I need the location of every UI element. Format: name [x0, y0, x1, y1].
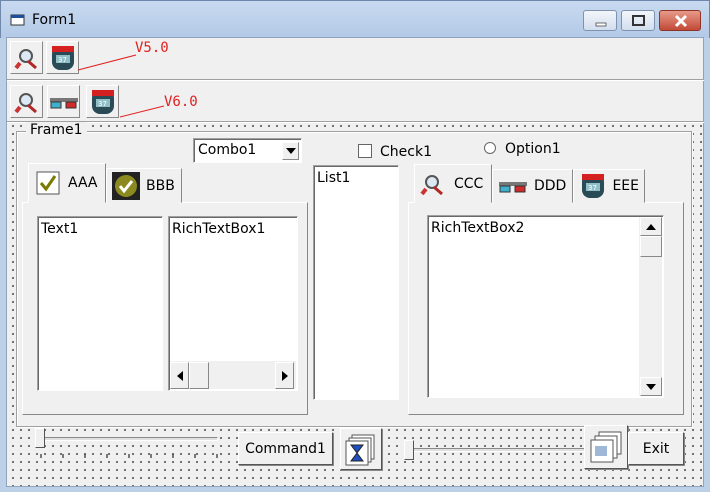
option1-label: Option1: [505, 141, 561, 157]
maximize-icon: [632, 15, 645, 26]
slider1-ticks: [40, 454, 218, 458]
text1-field[interactable]: Text1: [37, 216, 163, 391]
exit-button[interactable]: Exit: [628, 432, 684, 465]
toolbar1-robot-button[interactable]: 37: [46, 41, 79, 74]
toolbar2-search-button[interactable]: [10, 85, 43, 118]
stacked-windows-icon: [590, 431, 622, 463]
richtextbox2[interactable]: RichTextBox2: [427, 215, 664, 398]
svg-text:37: 37: [58, 56, 67, 64]
hourglass-icon: [345, 434, 375, 466]
minimize-icon: [595, 22, 607, 27]
hourglass-button[interactable]: [340, 428, 382, 470]
tab-bbb-label: BBB: [146, 177, 175, 194]
close-button[interactable]: [659, 10, 701, 31]
combo1-value: Combo1: [198, 142, 257, 158]
search-icon: [13, 48, 37, 69]
vscroll-thumb[interactable]: [640, 236, 662, 257]
hscroll-left-button[interactable]: [170, 362, 189, 389]
hscroll-right-button[interactable]: [275, 362, 294, 389]
toolbar1-search-button[interactable]: [10, 41, 43, 74]
checkmark-circle-icon: [112, 171, 140, 200]
richtextbox2-text: RichTextBox2: [431, 220, 525, 236]
checkmark-doc-icon: [36, 171, 60, 195]
list1[interactable]: List1: [313, 165, 399, 400]
tab-aaa[interactable]: AAA: [28, 163, 106, 203]
minimize-button[interactable]: [583, 10, 617, 31]
toolbar-separator: [7, 121, 704, 123]
toolbar-separator: [7, 79, 704, 81]
version-pointer-line: [119, 105, 165, 118]
option1-radio[interactable]: [484, 142, 496, 154]
tab-eee-label: EEE: [612, 178, 639, 194]
toolbar2-robot-button[interactable]: 37: [86, 85, 119, 118]
hscroll-thumb[interactable]: [189, 362, 209, 389]
tab-eee[interactable]: 37 EEE: [573, 169, 645, 203]
command1-label: Command1: [245, 440, 326, 457]
list-item[interactable]: List1: [317, 170, 395, 186]
tab-ccc[interactable]: CCC: [414, 164, 492, 203]
slider2-track: [404, 448, 590, 452]
tab-aaa-label: AAA: [68, 175, 98, 191]
version-label-v5: V5.0: [135, 40, 169, 56]
tab-bbb[interactable]: BBB: [106, 168, 182, 203]
chevron-down-icon: [646, 383, 656, 390]
vscroll-up-button[interactable]: [640, 217, 662, 236]
version-label-v6: V6.0: [164, 94, 198, 110]
version-pointer-line: [77, 54, 137, 71]
svg-text:37: 37: [98, 100, 107, 108]
command1-button[interactable]: Command1: [238, 432, 333, 465]
robot-icon: 37: [51, 45, 74, 70]
glasses-icon: [49, 97, 78, 108]
check1-box[interactable]: [358, 144, 372, 158]
robot-icon: 37: [582, 174, 604, 198]
tab-ddd[interactable]: DDD: [492, 169, 573, 203]
slider2-thumb[interactable]: [404, 440, 414, 460]
chevron-down-icon: [285, 148, 296, 154]
tab-ddd-label: DDD: [534, 178, 567, 194]
frame1-label: Frame1: [26, 122, 87, 138]
exit-label: Exit: [642, 440, 670, 457]
slider1-thumb[interactable]: [35, 428, 45, 448]
windows-stack-button[interactable]: [584, 425, 628, 469]
glasses-icon: [499, 182, 527, 193]
close-icon: [674, 14, 688, 28]
svg-text:37: 37: [588, 184, 597, 192]
combo1-dropdown-button[interactable]: [282, 142, 299, 160]
chevron-right-icon: [281, 370, 288, 381]
slider1-track: [38, 437, 218, 441]
check1-label: Check1: [380, 144, 432, 160]
chevron-up-icon: [646, 223, 656, 230]
maximize-button[interactable]: [621, 10, 655, 31]
toolbar2-glasses-button[interactable]: [47, 85, 80, 118]
window-title: Form1: [32, 12, 77, 28]
richtextbox1-text: RichTextBox1: [172, 221, 266, 237]
form-icon: [10, 13, 26, 27]
search-icon: [13, 92, 37, 113]
vscroll-down-button[interactable]: [640, 377, 662, 396]
combo1[interactable]: Combo1: [193, 138, 302, 163]
chevron-left-icon: [176, 370, 183, 381]
search-icon: [420, 174, 443, 195]
robot-icon: 37: [91, 89, 114, 114]
tab-ccc-label: CCC: [454, 175, 484, 192]
